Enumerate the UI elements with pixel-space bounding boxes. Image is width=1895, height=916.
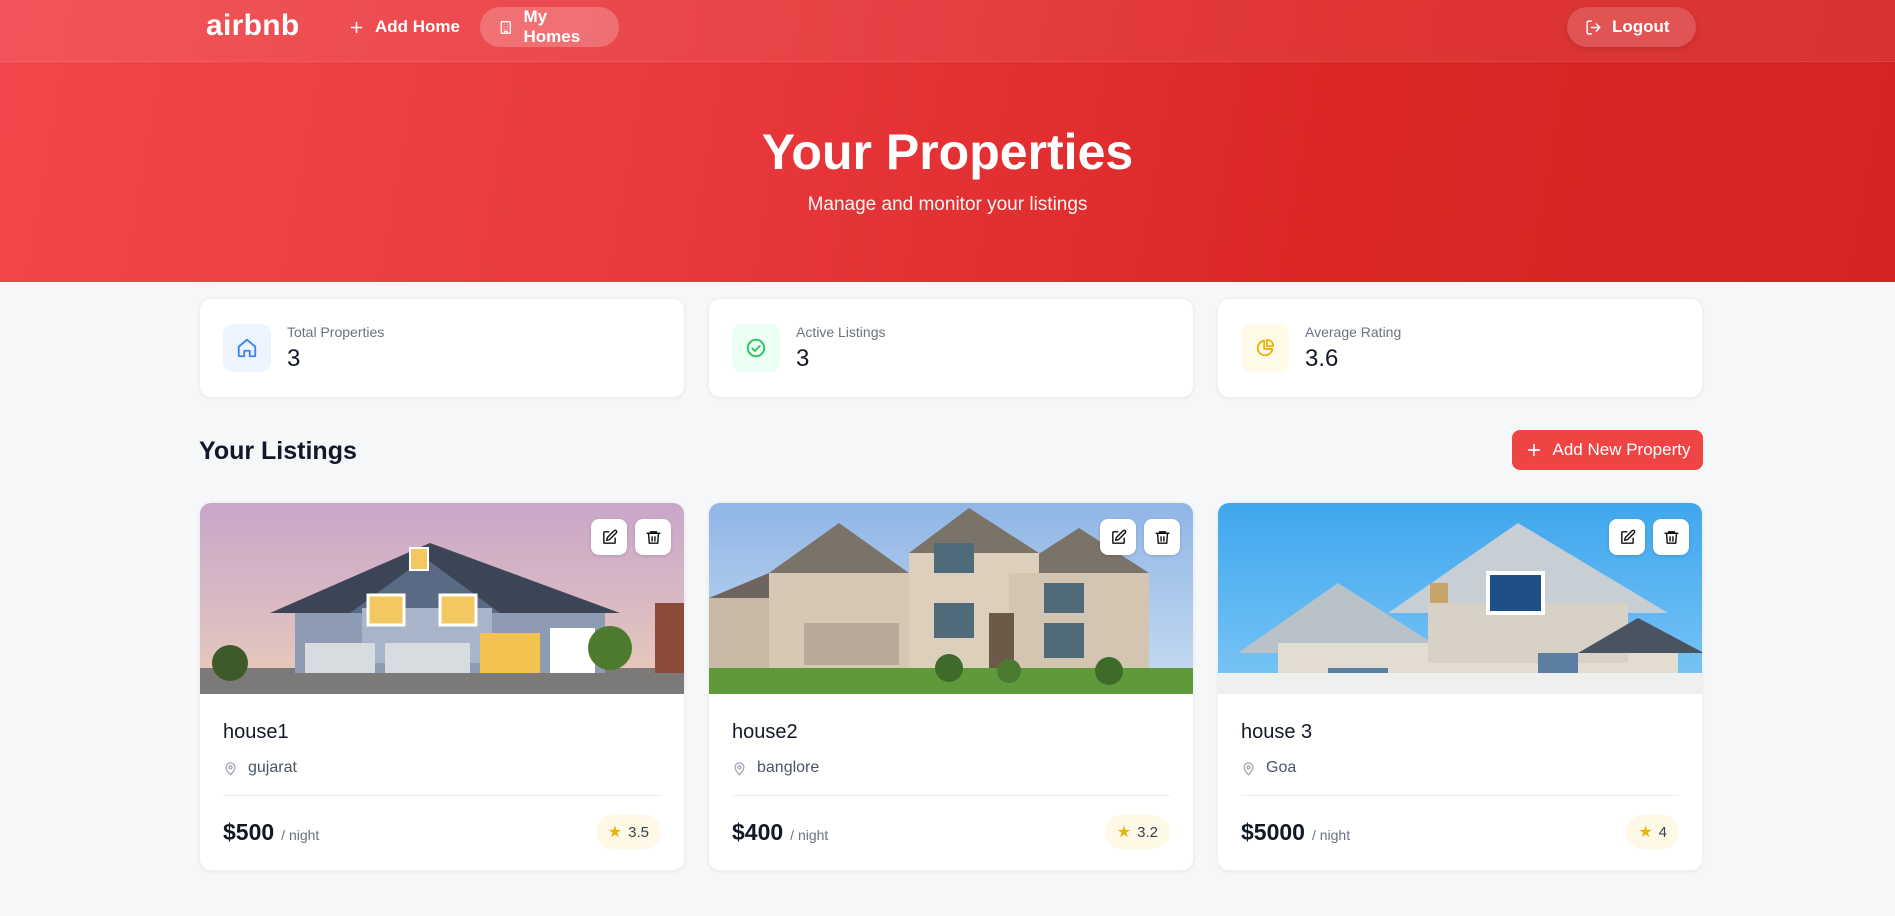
edit-icon	[1620, 529, 1635, 544]
location-text: Goa	[1266, 759, 1297, 776]
stat-card-total-properties: Total Properties 3	[199, 298, 685, 398]
trash-icon	[645, 530, 661, 544]
delete-listing-button[interactable]	[635, 519, 671, 555]
edit-listing-button[interactable]	[591, 519, 627, 555]
delete-listing-button[interactable]	[1653, 519, 1689, 555]
logout-icon	[1586, 19, 1601, 35]
price-unit: / night	[281, 827, 320, 843]
divider	[732, 795, 1170, 796]
rating-badge: ★ 3.5	[595, 815, 661, 849]
logout-button[interactable]: Logout	[1567, 7, 1696, 47]
trash-icon	[1154, 530, 1170, 544]
star-icon: ★	[607, 824, 623, 841]
page-subtitle: Manage and monitor your listings	[807, 194, 1088, 215]
rating-badge: ★ 3.2	[1104, 815, 1170, 849]
home-icon	[223, 324, 271, 372]
listing-name: house 3	[1241, 721, 1313, 743]
listing-location: Goa	[1241, 759, 1296, 777]
trash-icon	[1663, 530, 1679, 544]
divider	[223, 795, 661, 796]
edit-icon	[602, 529, 617, 544]
delete-listing-button[interactable]	[1144, 519, 1180, 555]
listings-section-title: Your Listings	[199, 437, 357, 465]
listing-name: house2	[732, 721, 798, 743]
pie-chart-icon	[1241, 324, 1289, 372]
rating-value: 3.2	[1137, 823, 1158, 841]
price-unit: / night	[1311, 827, 1351, 843]
plus-icon	[350, 21, 363, 33]
stat-card-active-listings: Active Listings 3	[708, 298, 1194, 398]
plus-icon	[1527, 443, 1540, 457]
price-value: $400	[732, 819, 784, 845]
add-new-property-button[interactable]: Add New Property	[1512, 430, 1703, 470]
listing-price: $500 / night	[223, 819, 319, 846]
check-circle-icon	[732, 324, 780, 372]
rating-badge: ★ 4	[1626, 815, 1679, 849]
star-icon: ★	[1638, 824, 1653, 841]
map-pin-icon	[734, 761, 745, 776]
price-unit: / night	[790, 827, 829, 843]
star-icon: ★	[1116, 824, 1132, 841]
listing-card[interactable]: house 3 Goa $5000 / night ★ 4	[1217, 502, 1703, 871]
add-new-property-label: Add New Property	[1552, 440, 1691, 459]
listing-location: gujarat	[223, 759, 297, 777]
hero-banner: airbnb Add Home My Homes Logout Your Pro…	[0, 0, 1895, 282]
airbnb-logo[interactable]: airbnb	[206, 9, 299, 43]
logout-label: Logout	[1612, 17, 1670, 36]
stat-label: Total Properties	[287, 324, 385, 340]
divider	[1241, 795, 1679, 796]
my-homes-label: My Homes	[523, 7, 581, 46]
listing-card[interactable]: house1 gujarat $500 / night ★ 3.5	[199, 502, 685, 871]
map-pin-icon	[1243, 761, 1254, 776]
top-navbar: airbnb Add Home My Homes Logout	[0, 0, 1895, 62]
rating-value: 3.5	[628, 823, 649, 841]
listing-price: $5000 / night	[1241, 819, 1350, 846]
price-value: $500	[223, 819, 275, 845]
edit-listing-button[interactable]	[1100, 519, 1136, 555]
rating-value: 4	[1658, 823, 1667, 841]
location-text: gujarat	[248, 759, 297, 776]
edit-icon	[1111, 529, 1126, 544]
edit-listing-button[interactable]	[1609, 519, 1645, 555]
listing-name: house1	[223, 721, 289, 743]
listing-card[interactable]: house2 banglore $400 / night ★ 3.2	[708, 502, 1194, 871]
stat-value: 3	[287, 345, 301, 372]
stat-card-average-rating: Average Rating 3.6	[1217, 298, 1703, 398]
add-home-label: Add Home	[375, 17, 460, 36]
map-pin-icon	[225, 761, 236, 776]
building-icon	[500, 20, 511, 34]
location-text: banglore	[757, 759, 820, 776]
add-home-nav-button[interactable]: Add Home	[330, 7, 478, 47]
my-homes-nav-button[interactable]: My Homes	[480, 7, 619, 47]
listing-location: banglore	[732, 759, 819, 777]
price-value: $5000	[1241, 819, 1305, 845]
stat-label: Active Listings	[796, 324, 886, 340]
stat-value: 3.6	[1305, 345, 1339, 372]
page-title: Your Properties	[761, 124, 1134, 180]
listing-price: $400 / night	[732, 819, 828, 846]
stat-label: Average Rating	[1305, 324, 1402, 340]
stat-value: 3	[796, 345, 810, 372]
